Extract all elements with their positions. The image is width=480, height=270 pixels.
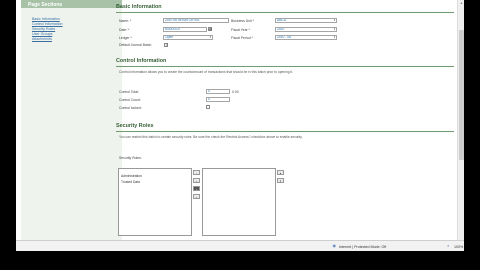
business-unit-select[interactable]: ABCU bbox=[275, 18, 337, 23]
scroll-thumb[interactable] bbox=[459, 30, 464, 160]
nav-list: Basic Information Control Information Se… bbox=[32, 17, 63, 42]
control-total-input[interactable]: 0 bbox=[206, 89, 230, 94]
basic-information-title: Basic Information bbox=[116, 4, 162, 10]
name-input[interactable]: 2010 06 05 BATCH 001 bbox=[163, 18, 229, 23]
control-information-title: Control Information bbox=[116, 58, 167, 64]
default-batch-label: Default Journal Batch bbox=[119, 43, 152, 47]
fiscal-year-select[interactable]: 2010 bbox=[275, 27, 337, 32]
name-label: Name: * bbox=[119, 19, 132, 23]
page-scrollbar[interactable]: ▲ ▼ bbox=[457, 0, 464, 251]
date-input[interactable]: 6/30/2010 bbox=[163, 27, 207, 32]
zoom-level[interactable]: 100% bbox=[454, 245, 463, 249]
security-description: You can restrict this batch to certain s… bbox=[119, 135, 303, 139]
security-roles-title: Security Roles bbox=[116, 123, 154, 129]
move-up-icon[interactable]: ▴ bbox=[277, 170, 284, 175]
fiscal-year-label: Fiscal Year * bbox=[231, 28, 250, 32]
ledger-select[interactable]: Open bbox=[163, 35, 213, 40]
security-roles-rule bbox=[116, 131, 454, 132]
list-item-trusted-data[interactable]: Trusted Data bbox=[121, 180, 140, 184]
calendar-icon[interactable]: ▦ bbox=[208, 27, 213, 32]
scroll-up-icon[interactable]: ▲ bbox=[459, 1, 465, 7]
control-total-label: Control Total: bbox=[119, 90, 139, 94]
available-roles-list[interactable]: Administration Trusted Data bbox=[118, 168, 192, 236]
ledger-label: Ledger * bbox=[119, 36, 132, 40]
status-zone-text: Internet | Protected Mode: Off bbox=[339, 244, 387, 249]
selected-roles-list[interactable] bbox=[202, 168, 276, 236]
fiscal-period-select[interactable]: 2010 - 06 bbox=[275, 35, 337, 40]
move-down-icon[interactable]: ▾ bbox=[277, 178, 284, 183]
control-locked-label: Control locked: bbox=[119, 106, 142, 110]
add-icon[interactable]: › bbox=[193, 170, 200, 175]
default-batch-checkbox[interactable] bbox=[164, 43, 168, 47]
business-unit-label: Business Unit * bbox=[231, 19, 254, 23]
nav-link-attachments[interactable]: Attachments bbox=[32, 37, 63, 42]
control-total-unit: 0.00 bbox=[232, 90, 239, 94]
fiscal-period-label: Fiscal Period * bbox=[231, 36, 253, 40]
control-count-label: Control Count: bbox=[119, 98, 141, 102]
browser-viewport: Page Sections Basic Information Control … bbox=[16, 0, 464, 251]
security-roles-label: Security Roles: bbox=[119, 156, 142, 160]
page-sections-title: Page Sections bbox=[28, 1, 63, 8]
globe-icon: ◉ bbox=[332, 243, 337, 249]
status-bar: ◉ Internet | Protected Mode: Off ⌕ 100% bbox=[16, 240, 464, 251]
remove-all-icon[interactable]: « bbox=[193, 194, 200, 199]
control-locked-checkbox[interactable] bbox=[206, 105, 210, 109]
control-information-rule bbox=[116, 66, 454, 67]
list-item-administration[interactable]: Administration bbox=[121, 174, 142, 178]
zoom-icon[interactable]: ⌕ bbox=[446, 244, 451, 249]
date-label: Date: * bbox=[119, 28, 130, 32]
control-count-input[interactable]: 0 bbox=[206, 97, 230, 102]
basic-information-rule bbox=[116, 12, 454, 13]
remove-icon[interactable]: ‹ bbox=[193, 186, 200, 191]
control-description: Control information allows you to create… bbox=[119, 70, 294, 74]
add-all-icon[interactable]: » bbox=[193, 178, 200, 183]
